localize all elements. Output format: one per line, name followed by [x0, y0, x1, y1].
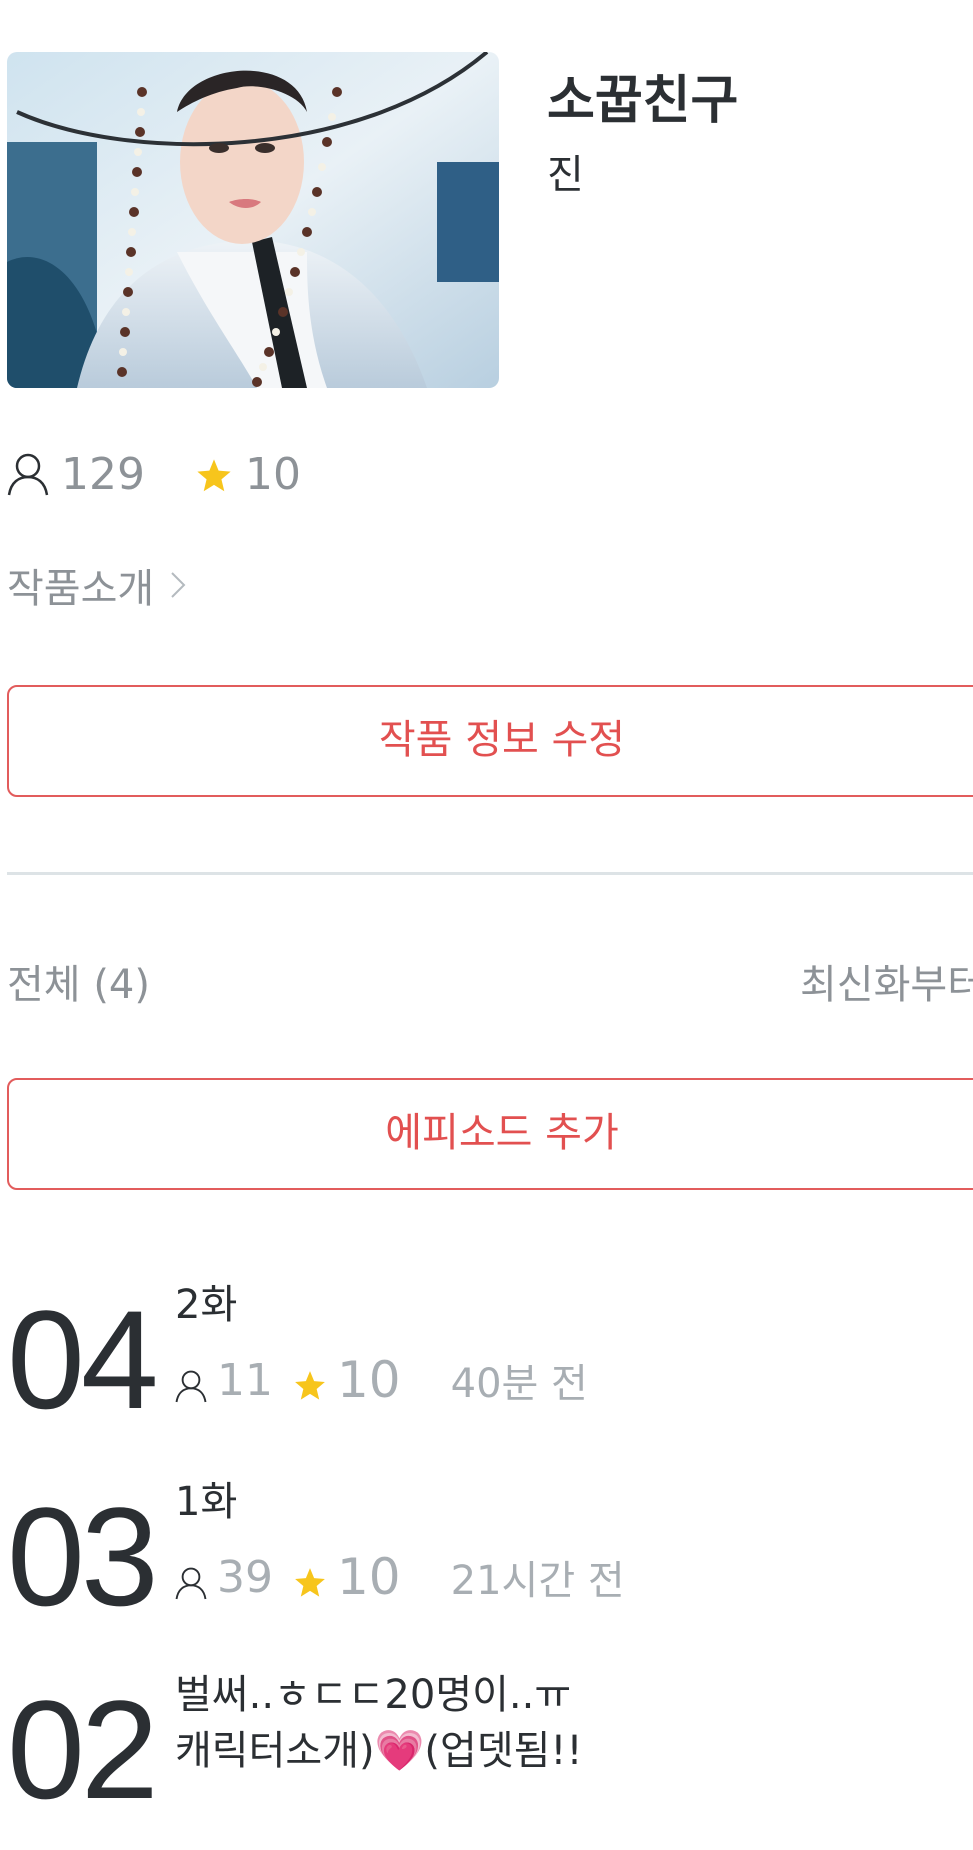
chevron-right-icon	[168, 567, 188, 603]
divider	[7, 872, 973, 875]
episode-rating: 10	[337, 1548, 401, 1606]
work-stats: 129 10	[7, 446, 301, 502]
episode-rating: 10	[337, 1351, 401, 1409]
episode-item[interactable]: 02 벌써..ㅎㄷㄷ20명이..ㅠ 캐릭터소개)💗(업뎃됨!!	[0, 1671, 973, 1850]
work-rating: 10	[244, 448, 301, 500]
episode-total: 전체 (4)	[7, 962, 150, 1008]
episode-item[interactable]: 04 2화 11 10 40분 전	[0, 1281, 973, 1460]
edit-work-info-label: 작품 정보 수정	[378, 717, 626, 763]
episode-stats: 39 10 21시간 전	[175, 1548, 625, 1606]
episode-title: 1화	[175, 1479, 238, 1525]
edit-work-info-button[interactable]: 작품 정보 수정	[7, 685, 973, 797]
intro-label: 작품소개	[7, 566, 155, 612]
work-views: 129	[61, 448, 145, 500]
episode-item[interactable]: 03 1화 39 10 21시간 전	[0, 1478, 973, 1657]
person-icon	[7, 452, 49, 496]
episode-views: 11	[217, 1354, 273, 1406]
work-author: 진	[547, 152, 584, 198]
episode-number: 04	[7, 1281, 159, 1438]
episode-number: 03	[7, 1478, 159, 1635]
work-title: 소꿉친구	[547, 71, 739, 131]
episode-title: 벌써..ㅎㄷㄷ20명이..ㅠ	[175, 1672, 572, 1718]
add-episode-button[interactable]: 에피소드 추가	[7, 1078, 973, 1190]
star-icon	[293, 1363, 327, 1400]
sort-toggle[interactable]: 최신화부터	[800, 952, 973, 1010]
episode-time: 21시간 전	[450, 1558, 625, 1604]
episode-views: 39	[217, 1551, 273, 1603]
episode-time: 40분 전	[450, 1361, 588, 1407]
add-episode-label: 에피소드 추가	[385, 1110, 619, 1156]
episode-stats: 11 10 40분 전	[175, 1351, 588, 1409]
star-icon	[195, 455, 233, 493]
person-icon	[175, 1560, 207, 1600]
episode-number: 02	[7, 1671, 159, 1828]
episode-title-line2: 캐릭터소개)💗(업뎃됨!!	[175, 1728, 583, 1774]
intro-link[interactable]: 작품소개	[7, 560, 188, 612]
star-icon	[293, 1560, 327, 1597]
person-icon	[175, 1363, 207, 1403]
episode-title: 2화	[175, 1282, 238, 1328]
cover-image	[7, 52, 499, 388]
